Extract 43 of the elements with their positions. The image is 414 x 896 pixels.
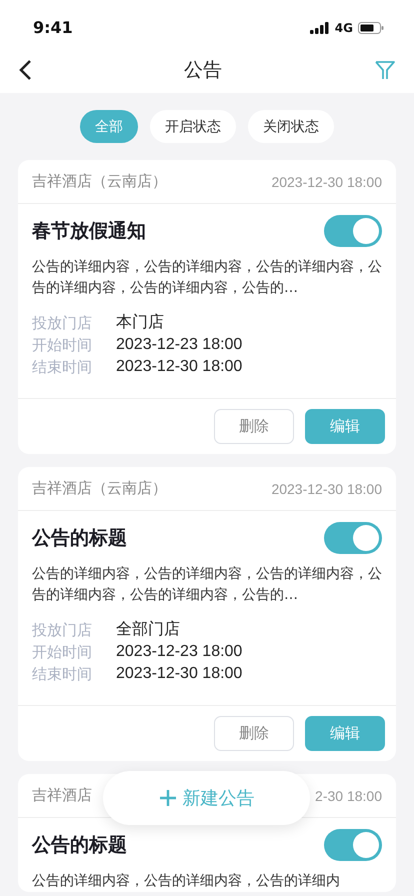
publish-time: 2023-12-30 18:00 <box>271 480 382 496</box>
plus-icon <box>158 789 176 807</box>
publish-time: 2023-12-30 18:00 <box>271 174 382 190</box>
status-toggle[interactable] <box>324 522 382 554</box>
info-label: 结束时间 <box>32 664 93 684</box>
status-time: 9:41 <box>33 18 73 37</box>
status-toggle[interactable] <box>324 215 382 247</box>
info-value: 2023-12-23 18:00 <box>116 335 244 355</box>
battery-icon <box>358 22 384 34</box>
announcement-body: 公告的详细内容，公告的详细内容，公告的详细内容，公告的详细内容，公告的详细内容，公告的… <box>32 565 382 605</box>
announcement-body: 公告的详细内容，公告的详细内容，公告的详细内容，公告的详细内容，公告的详细内容，公告的… <box>32 258 382 298</box>
new-announcement-button[interactable]: 新建公告 <box>103 771 310 825</box>
filter-chip[interactable]: 全部 <box>80 110 138 143</box>
announcement-title: 春节放假通知 <box>32 219 146 244</box>
store-name: 吉祥酒店 <box>32 786 92 805</box>
info-label: 开始时间 <box>32 642 93 662</box>
network-label: 4G <box>334 20 353 34</box>
page-title: 公告 <box>184 58 222 83</box>
delete-button[interactable]: 删除 <box>214 409 294 444</box>
info-value: 全部门店 <box>116 620 181 640</box>
filter-icon[interactable] <box>374 59 396 81</box>
store-name: 吉祥酒店（云南店） <box>32 479 167 498</box>
back-icon[interactable] <box>18 59 32 81</box>
filter-chip[interactable]: 开启状态 <box>150 110 236 143</box>
signal-icon <box>310 22 330 34</box>
store-name: 吉祥酒店（云南店） <box>32 172 167 191</box>
edit-button[interactable]: 编辑 <box>305 716 385 751</box>
status-toggle[interactable] <box>324 829 382 861</box>
publish-time: 2-30 18:00 <box>315 788 382 804</box>
info-label: 开始时间 <box>32 335 93 355</box>
info-label: 投放门店 <box>32 620 93 640</box>
announcement-title: 公告的标题 <box>32 526 127 551</box>
info-value: 2023-12-30 18:00 <box>116 357 244 377</box>
info-value: 2023-12-23 18:00 <box>116 642 244 662</box>
delete-button[interactable]: 删除 <box>214 716 294 751</box>
announcement-body: 公告的详细内容，公告的详细内容，公告的详细内 <box>32 872 341 891</box>
edit-button[interactable]: 编辑 <box>305 409 385 444</box>
info-label: 投放门店 <box>32 313 93 333</box>
info-value: 2023-12-30 18:00 <box>116 664 244 684</box>
announcement-title: 公告的标题 <box>32 833 127 858</box>
info-label: 结束时间 <box>32 357 93 377</box>
filter-chip[interactable]: 关闭状态 <box>248 110 334 143</box>
info-value: 本门店 <box>116 313 165 333</box>
